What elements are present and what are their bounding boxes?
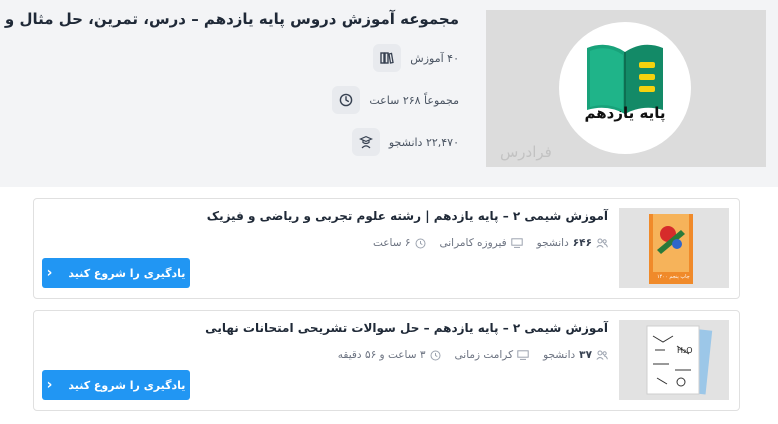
teacher-icon: [510, 238, 523, 248]
books-icon: [373, 44, 402, 72]
stat-students-text: ۲۲,۴۷۰ دانشجو: [388, 135, 459, 149]
thumbnail-caption: H₂O: [677, 346, 693, 355]
course-title[interactable]: آموزش شیمی ۲ – پایه یازدهم – حل سوالات ت…: [205, 321, 608, 335]
start-learning-button[interactable]: یادگیری را شروع کنید ‹: [42, 370, 190, 400]
course-teacher-name: فیروزه کامرانی: [439, 237, 507, 249]
users-icon: [596, 350, 608, 360]
course-meta: ۶۴۶ دانشجو فیروزه کامرانی ۶ ساعت: [373, 237, 608, 249]
users-icon: [596, 238, 608, 248]
collection-header: فرادرس پایه یازدهم مجموعه آموزش دروس پای…: [0, 0, 778, 187]
course-duration-text: ۳ ساعت و ۵۶ دقیقه: [337, 349, 426, 361]
course-students: ۳۷ دانشجو: [543, 349, 608, 361]
stat-hours: مجموعاً ۲۶۸ ساعت: [332, 86, 459, 114]
course-card[interactable]: چاپ پنجم ۱۴۰۰ آموزش شیمی ۲ – پایه یازدهم…: [33, 198, 740, 299]
hero-circle: پایه یازدهم: [559, 22, 691, 154]
open-book-icon: [587, 44, 663, 114]
stat-hours-text: مجموعاً ۲۶۸ ساعت: [369, 93, 459, 107]
start-learning-label: یادگیری را شروع کنید: [68, 378, 186, 392]
teacher-icon: [517, 350, 529, 360]
course-title[interactable]: آموزش شیمی ۲ – پایه یازدهم | رشته علوم ت…: [207, 209, 608, 223]
course-students-label: دانشجو: [543, 349, 576, 361]
student-icon: [351, 128, 380, 156]
course-meta: ۳۷ دانشجو کرامت زمانی ۳ ساعت و ۵۶ دقیقه: [338, 349, 608, 361]
stat-tutorials-text: ۴۰ آموزش: [410, 51, 459, 65]
watermark: فرادرس: [500, 143, 552, 161]
course-students-label: دانشجو: [536, 237, 569, 249]
thumbnail-caption: چاپ پنجم ۱۴۰۰: [657, 274, 690, 280]
stat-tutorials: ۴۰ آموزش: [373, 44, 459, 72]
stat-students: ۲۲,۴۷۰ دانشجو: [351, 128, 459, 156]
page-title: مجموعه آموزش دروس پایه یازدهم – درس، تمر…: [0, 10, 459, 28]
course-thumbnail[interactable]: چاپ پنجم ۱۴۰۰: [619, 208, 729, 288]
chemistry-cover-image: [646, 325, 713, 395]
start-learning-button[interactable]: یادگیری را شروع کنید ‹: [42, 258, 190, 288]
course-duration-text: ۶ ساعت: [372, 237, 411, 249]
chevron-left-icon: ‹: [46, 377, 53, 393]
collection-hero-image: فرادرس پایه یازدهم: [486, 10, 766, 167]
course-teacher: فیروزه کامرانی: [440, 237, 523, 249]
course-duration: ۶ ساعت: [373, 237, 426, 249]
start-learning-label: یادگیری را شروع کنید: [68, 266, 186, 280]
course-duration: ۳ ساعت و ۵۶ دقیقه: [338, 349, 441, 361]
clock-icon: [430, 350, 441, 360]
clock-icon: [415, 238, 425, 248]
course-teacher-name: کرامت زمانی: [454, 349, 514, 361]
course-students-count: ۳۷: [579, 349, 592, 361]
course-thumbnail[interactable]: H₂O: [619, 320, 729, 400]
clock-icon: [332, 86, 361, 114]
course-card[interactable]: H₂O آموزش شیمی ۲ – پایه یازدهم – حل سوال…: [33, 310, 740, 411]
course-teacher: کرامت زمانی: [455, 349, 530, 361]
hero-label: پایه یازدهم: [584, 104, 666, 122]
course-students-count: ۶۴۶: [572, 237, 592, 249]
chevron-left-icon: ‹: [46, 265, 53, 281]
course-students: ۶۴۶ دانشجو: [537, 237, 608, 249]
